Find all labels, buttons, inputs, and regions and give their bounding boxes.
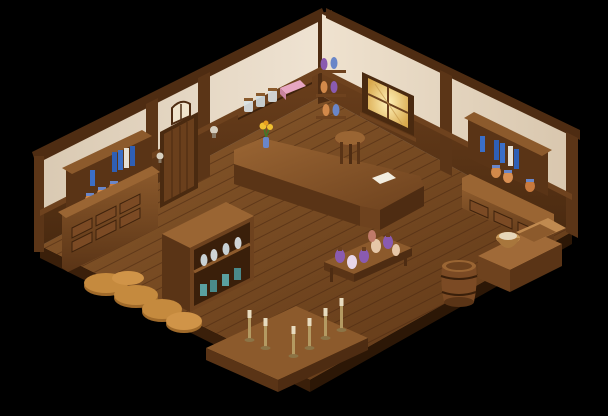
wall-post — [34, 156, 44, 252]
wall-post — [440, 70, 452, 176]
barrel[interactable] — [440, 260, 478, 307]
shop-interior-scene — [32, 8, 580, 392]
wall-post — [566, 132, 578, 238]
